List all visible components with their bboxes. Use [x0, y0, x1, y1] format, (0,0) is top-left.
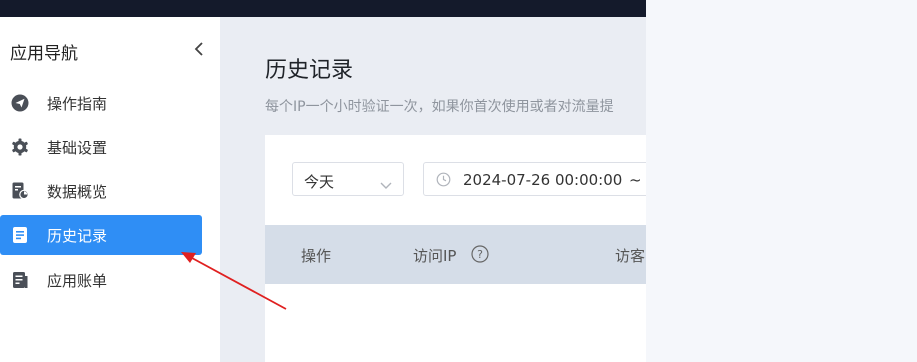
date-range-select[interactable]: 今天 [292, 162, 404, 196]
top-bar [0, 0, 646, 17]
sidebar-item-label: 应用账单 [47, 272, 108, 290]
data-overview-icon [11, 182, 29, 200]
paper-plane-icon [11, 94, 29, 112]
sidebar-item-billing[interactable]: 应用账单 [0, 260, 202, 300]
sidebar-item-label: 操作指南 [47, 95, 108, 113]
sidebar-item-settings[interactable]: 基础设置 [0, 127, 202, 167]
history-card: 今天 2024-07-26 00:00:00 ~ 操作 访问IP ? 访客 [265, 135, 646, 362]
column-header-visitor: 访客 [615, 247, 646, 265]
sidebar-item-label: 数据概览 [47, 183, 108, 201]
date-separator: ~ [629, 171, 642, 189]
document-icon [11, 226, 29, 244]
sidebar-item-label: 基础设置 [47, 139, 108, 157]
sidebar-title: 应用导航 [10, 44, 78, 64]
main-content: 历史记录 每个IP一个小时验证一次，如果你首次使用或者对流量提 今天 2024-… [220, 17, 646, 362]
date-start: 2024-07-26 00:00:00 [463, 171, 623, 189]
page-description: 每个IP一个小时验证一次，如果你首次使用或者对流量提 [265, 99, 614, 115]
chevron-left-icon[interactable] [191, 40, 207, 58]
sidebar-header: 应用导航 [0, 17, 220, 83]
gear-icon [11, 138, 29, 156]
date-range-value: 今天 [304, 173, 335, 191]
sidebar-item-guide[interactable]: 操作指南 [0, 83, 202, 123]
column-header-ip: 访问IP [413, 247, 457, 265]
bill-icon [11, 271, 29, 289]
table-header: 操作 访问IP ? 访客 [265, 225, 646, 284]
page-title: 历史记录 [265, 58, 354, 83]
sidebar-item-label: 历史记录 [47, 227, 108, 245]
date-range-picker[interactable]: 2024-07-26 00:00:00 ~ [423, 162, 646, 196]
sidebar-item-data-overview[interactable]: 数据概览 [0, 171, 202, 211]
blank-area [646, 0, 917, 362]
sidebar: 应用导航 操作指南 基础设置 数据概览 历史记录 应用账单 [0, 17, 220, 362]
clock-icon [436, 172, 451, 191]
question-icon[interactable]: ? [471, 245, 489, 263]
chevron-down-icon [379, 175, 393, 194]
column-header-action: 操作 [301, 247, 332, 265]
sidebar-item-history[interactable]: 历史记录 [0, 215, 202, 255]
svg-text:?: ? [477, 248, 483, 261]
